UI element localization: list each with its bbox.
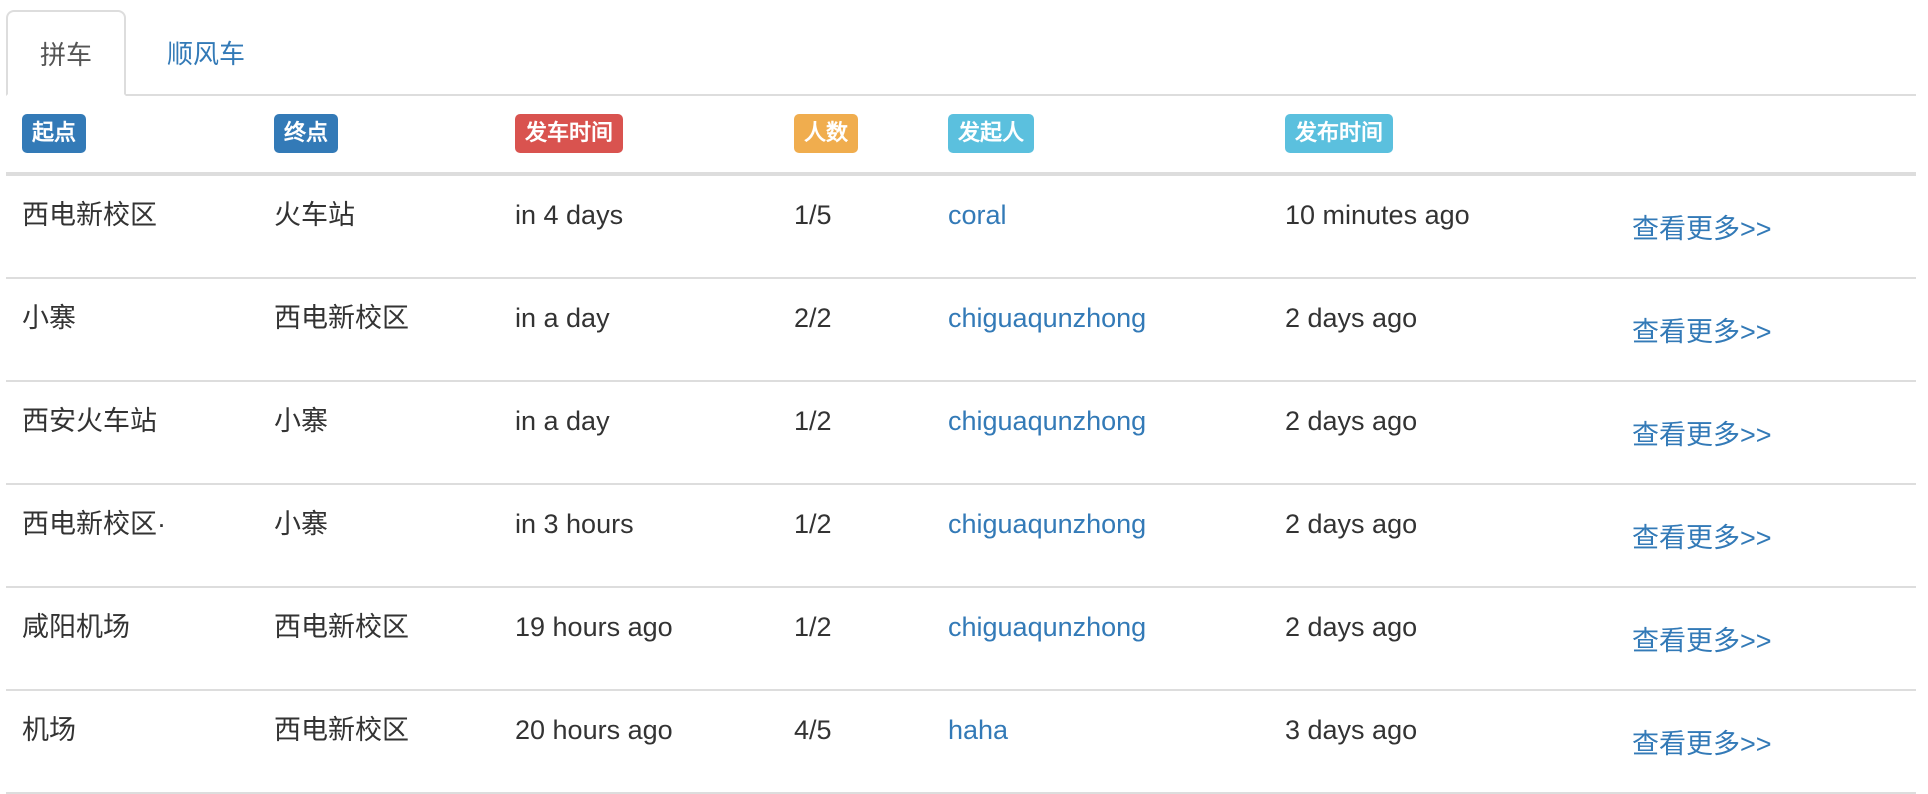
header-initiator: 发起人	[948, 96, 1035, 172]
destination-cell: 西电新校区	[274, 715, 409, 745]
table-row: 小寨 西电新校区 in a day 2/2 chiguaqunzhong 2 d…	[6, 279, 1916, 382]
more-cell: 查看更多>>	[1632, 382, 1772, 483]
departure-cell: in 3 hours	[515, 509, 634, 539]
origin-cell: 西安火车站	[22, 406, 157, 436]
seats-badge: 人数	[794, 114, 859, 153]
departure-cell: 19 hours ago	[515, 612, 673, 642]
table-row: 机场 西电新校区 20 hours ago 4/5 haha 3 days ag…	[6, 691, 1916, 794]
origin-cell: 西电新校区	[22, 200, 157, 230]
origin-cell: 咸阳机场	[22, 612, 130, 642]
initiator-link[interactable]: chiguaqunzhong	[948, 279, 1146, 380]
tab-bar: 拼车 顺风车	[6, 10, 1916, 96]
published-cell: 2 days ago	[1285, 406, 1418, 436]
departure-cell: in a day	[515, 406, 610, 436]
seats-cell: 4/5	[794, 715, 832, 745]
destination-cell: 小寨	[274, 509, 328, 539]
header-origin: 起点	[22, 96, 87, 172]
seats-cell: 1/5	[794, 200, 832, 230]
tab-carpool[interactable]: 拼车	[6, 10, 126, 96]
origin-cell: 小寨	[22, 303, 76, 333]
carpool-page: 拼车 顺风车 起点 终点 发车时间 人数 发起人 发布时间 西电新校区 火车站 …	[6, 10, 1916, 794]
destination-cell: 西电新校区	[274, 303, 409, 333]
view-more-link[interactable]: 查看更多>>	[1632, 523, 1772, 553]
view-more-link[interactable]: 查看更多>>	[1632, 729, 1772, 759]
seats-cell: 2/2	[794, 303, 832, 333]
more-cell: 查看更多>>	[1632, 588, 1772, 689]
published-cell: 2 days ago	[1285, 509, 1418, 539]
header-destination: 终点	[274, 96, 339, 172]
table-row: 咸阳机场 西电新校区 19 hours ago 1/2 chiguaqunzho…	[6, 588, 1916, 691]
more-cell: 查看更多>>	[1632, 176, 1772, 277]
origin-badge: 起点	[22, 114, 87, 153]
departure-badge: 发车时间	[515, 114, 624, 153]
more-cell: 查看更多>>	[1632, 485, 1772, 586]
initiator-link[interactable]: coral	[948, 176, 1007, 277]
destination-cell: 小寨	[274, 406, 328, 436]
departure-cell: in a day	[515, 303, 610, 333]
header-seats: 人数	[794, 96, 859, 172]
view-more-link[interactable]: 查看更多>>	[1632, 214, 1772, 244]
seats-cell: 1/2	[794, 406, 832, 436]
initiator-link[interactable]: chiguaqunzhong	[948, 382, 1146, 483]
origin-cell: 机场	[22, 715, 76, 745]
table-header: 起点 终点 发车时间 人数 发起人 发布时间	[6, 96, 1916, 176]
more-cell: 查看更多>>	[1632, 691, 1772, 792]
view-more-link[interactable]: 查看更多>>	[1632, 626, 1772, 656]
published-cell: 3 days ago	[1285, 715, 1418, 745]
view-more-link[interactable]: 查看更多>>	[1632, 317, 1772, 347]
initiator-badge: 发起人	[948, 114, 1035, 153]
more-cell: 查看更多>>	[1632, 279, 1772, 380]
seats-cell: 1/2	[794, 612, 832, 642]
published-badge: 发布时间	[1285, 114, 1394, 153]
destination-cell: 火车站	[274, 200, 355, 230]
tab-ride-share[interactable]: 顺风车	[126, 10, 286, 94]
trips-table: 起点 终点 发车时间 人数 发起人 发布时间 西电新校区 火车站 in 4 da…	[6, 96, 1916, 794]
table-body: 西电新校区 火车站 in 4 days 1/5 coral 10 minutes…	[6, 176, 1916, 794]
origin-cell: 西电新校区·	[22, 509, 166, 539]
header-published: 发布时间	[1285, 96, 1394, 172]
destination-cell: 西电新校区	[274, 612, 409, 642]
published-cell: 2 days ago	[1285, 303, 1418, 333]
destination-badge: 终点	[274, 114, 339, 153]
table-row: 西电新校区 火车站 in 4 days 1/5 coral 10 minutes…	[6, 176, 1916, 279]
header-departure: 发车时间	[515, 96, 624, 172]
initiator-link[interactable]: haha	[948, 691, 1008, 792]
departure-cell: in 4 days	[515, 200, 624, 230]
table-row: 西电新校区· 小寨 in 3 hours 1/2 chiguaqunzhong …	[6, 485, 1916, 588]
initiator-link[interactable]: chiguaqunzhong	[948, 485, 1146, 586]
table-row: 西安火车站 小寨 in a day 1/2 chiguaqunzhong 2 d…	[6, 382, 1916, 485]
initiator-link[interactable]: chiguaqunzhong	[948, 588, 1146, 689]
seats-cell: 1/2	[794, 509, 832, 539]
departure-cell: 20 hours ago	[515, 715, 673, 745]
published-cell: 2 days ago	[1285, 612, 1418, 642]
view-more-link[interactable]: 查看更多>>	[1632, 420, 1772, 450]
published-cell: 10 minutes ago	[1285, 200, 1470, 230]
